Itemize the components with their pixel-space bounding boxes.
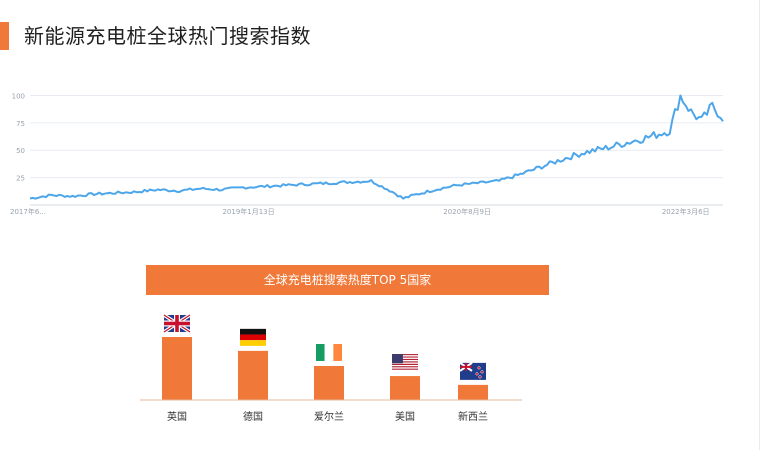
title-accent-bar xyxy=(0,22,9,50)
search-index-series-line xyxy=(29,94,724,200)
page-title: 新能源充电桩全球热门搜索指数 xyxy=(24,24,311,48)
ireland-flag-icon xyxy=(316,343,342,361)
bar-chart-title: 全球充电桩搜索热度TOP 5国家 xyxy=(146,265,549,295)
bar-group: 美国 xyxy=(390,354,420,423)
y-tick-label: 50 xyxy=(16,147,25,155)
bar-group: 新西兰 xyxy=(458,362,488,423)
bar xyxy=(162,337,192,400)
bar xyxy=(458,384,488,400)
x-tick-label: 2020年8月9日 xyxy=(443,207,491,216)
y-tick-label: 75 xyxy=(16,120,25,128)
category-label: 爱尔兰 xyxy=(314,410,344,423)
category-label: 新西兰 xyxy=(458,410,488,423)
category-label: 美国 xyxy=(395,410,415,423)
x-tick-label: 2017年6... xyxy=(10,207,46,216)
bar xyxy=(238,350,268,400)
y-tick-label: 100 xyxy=(12,92,25,100)
germany-flag-icon xyxy=(240,328,266,346)
y-axis-ticks: 25 50 75 100 xyxy=(12,92,25,182)
bar-group: 爱尔兰 xyxy=(314,343,344,423)
bar xyxy=(314,365,344,400)
grid xyxy=(30,94,723,179)
x-tick-label: 2022年3月6日 xyxy=(662,207,710,216)
top5-countries-bar-chart: 英国 德国 爱尔兰 美国 新西兰 xyxy=(140,313,522,423)
bar-group: 德国 xyxy=(238,328,268,423)
bar xyxy=(390,376,420,400)
uk-flag-icon xyxy=(163,313,191,334)
search-index-line-chart: 255075100 2017年6... 2019年1月13日 2020年8月9日 20… xyxy=(10,92,724,216)
x-axis-ticks: 2017年6... 2019年1月13日 2020年8月9日 2022年3月6日 xyxy=(10,207,710,216)
usa-flag-icon xyxy=(392,354,418,372)
new-zealand-flag-icon xyxy=(459,362,486,380)
x-tick-label: 2019年1月13日 xyxy=(222,207,274,216)
y-tick-label: 25 xyxy=(16,175,25,183)
bar-group: 英国 xyxy=(162,313,192,423)
bars: 英国 德国 爱尔兰 美国 新西兰 xyxy=(162,313,488,423)
category-label: 德国 xyxy=(243,410,263,423)
category-label: 英国 xyxy=(167,410,187,423)
